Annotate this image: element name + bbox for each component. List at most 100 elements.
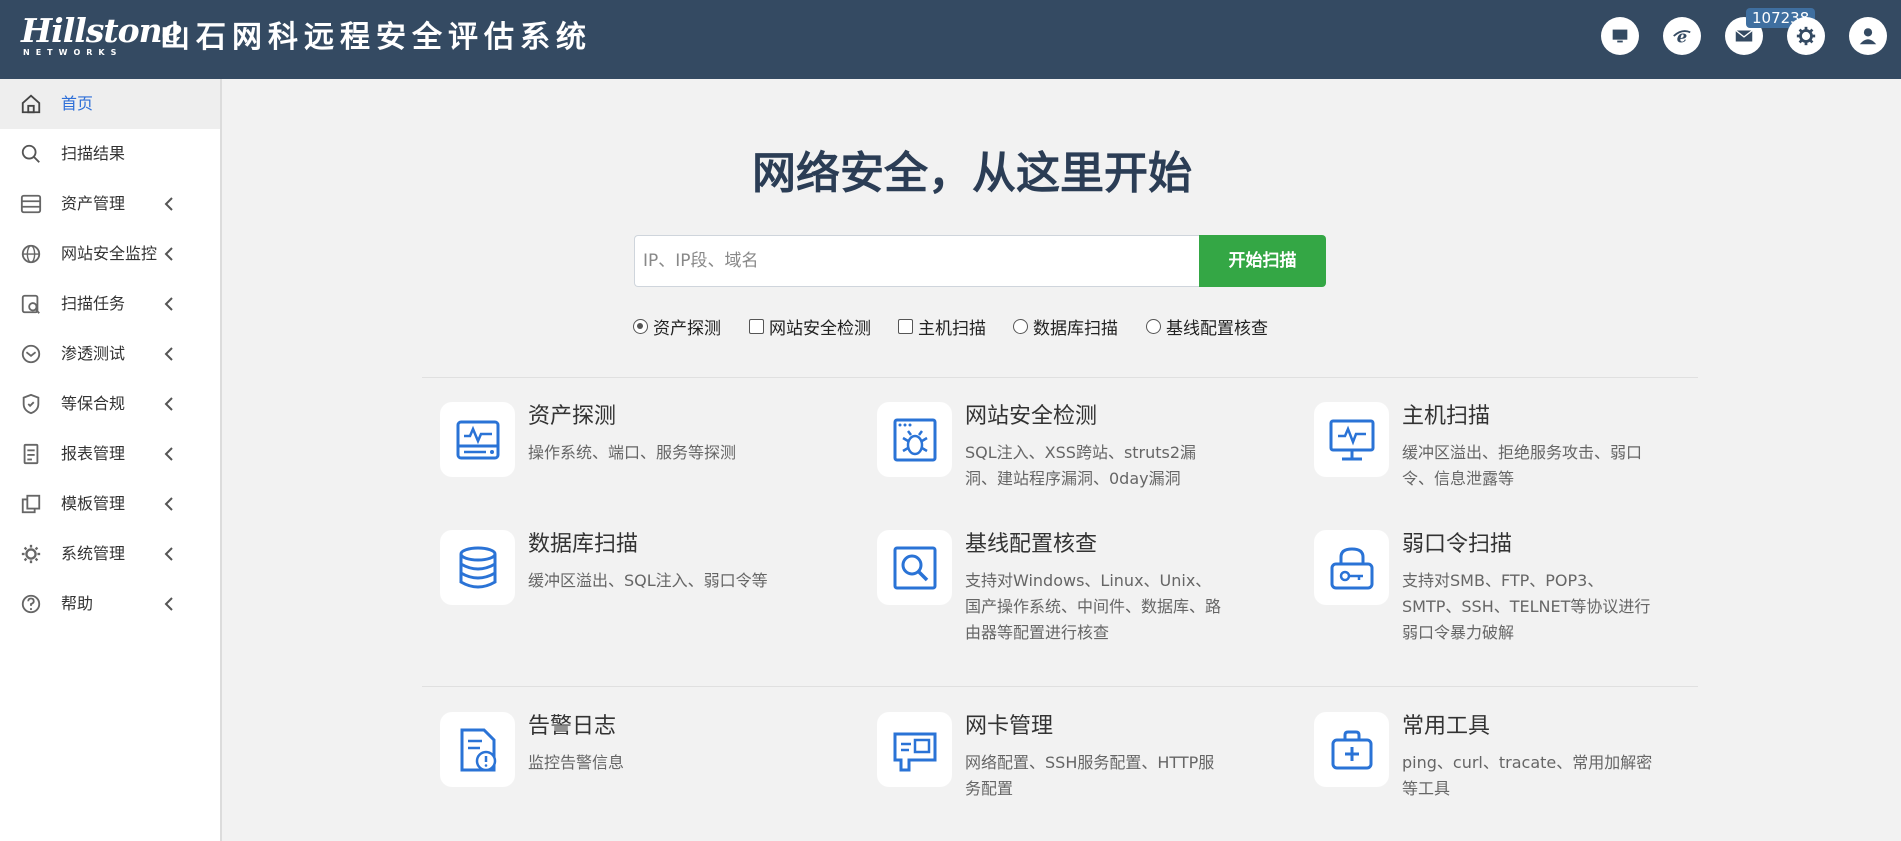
sidebar-item-label: 网站安全监控 xyxy=(61,244,158,263)
radio-button[interactable] xyxy=(1013,318,1028,334)
chevron-left-icon xyxy=(164,297,173,311)
sidebar-item-label: 等保合规 xyxy=(61,394,126,413)
user-icon xyxy=(1859,28,1877,45)
card-desc: 网络配置、SSH服务配置、HTTP服务配置 xyxy=(965,753,1215,798)
magnifier-icon xyxy=(893,546,936,589)
divider xyxy=(422,377,1698,378)
card-title: 主机扫描 xyxy=(1402,404,1491,429)
target-icon xyxy=(21,344,41,364)
browser-button[interactable]: e xyxy=(1663,17,1701,55)
gear-icon xyxy=(21,544,41,564)
shield-icon xyxy=(22,393,40,415)
chevron-left-icon xyxy=(164,347,173,361)
app-title: 山石网科远程安全评估系统 xyxy=(160,20,592,55)
card-desc: 支持对Windows、Linux、Unix、国产操作系统、中间件、数据库、路由器… xyxy=(965,571,1222,642)
card-title: 网卡管理 xyxy=(965,714,1054,739)
asset-detect-icon xyxy=(456,420,499,459)
option-baseline-check[interactable]: 基线配置核查 xyxy=(1146,314,1268,339)
bug-icon xyxy=(893,418,936,461)
sidebar-item-label: 扫描任务 xyxy=(61,294,126,313)
option-asset-detect[interactable]: 资产探测 xyxy=(633,314,721,339)
card-title: 常用工具 xyxy=(1402,714,1491,739)
card-asset-detect[interactable]: 资产探测 操作系统、端口、服务等探测 xyxy=(440,402,860,512)
checkbox[interactable] xyxy=(898,318,913,334)
chevron-left-icon xyxy=(164,247,173,261)
host-monitor-icon xyxy=(1329,419,1374,460)
sidebar-item-label: 扫描结果 xyxy=(61,144,126,163)
mail-icon xyxy=(1735,29,1753,42)
sidebar-item-scan-results[interactable]: 扫描结果 xyxy=(0,129,220,179)
card-website-check[interactable]: 网站安全检测 SQL注入、XSS跨站、struts2漏洞、建站程序漏洞、0day… xyxy=(877,402,1297,512)
option-label: 网站安全检测 xyxy=(769,318,871,339)
card-nic-management[interactable]: 网卡管理 网络配置、SSH服务配置、HTTP服务配置 xyxy=(877,712,1297,822)
server-icon xyxy=(20,194,42,214)
option-label: 主机扫描 xyxy=(918,318,986,339)
radio-button[interactable] xyxy=(1146,318,1161,334)
card-desc: 操作系统、端口、服务等探测 xyxy=(528,443,737,462)
card-database-scan[interactable]: 数据库扫描 缓冲区溢出、SQL注入、弱口令等 xyxy=(440,530,860,640)
card-baseline-check[interactable]: 基线配置核查 支持对Windows、Linux、Unix、国产操作系统、中间件、… xyxy=(877,530,1297,642)
card-title: 基线配置核查 xyxy=(965,532,1098,557)
sidebar-item-template-management[interactable]: 模板管理 xyxy=(0,479,220,529)
option-database-scan[interactable]: 数据库扫描 xyxy=(1013,314,1118,339)
sidebar-item-compliance[interactable]: 等保合规 xyxy=(0,379,220,429)
card-desc: SQL注入、XSS跨站、struts2漏洞、建站程序漏洞、0day漏洞 xyxy=(965,443,1197,488)
monitor-button[interactable] xyxy=(1601,17,1639,55)
hillstone-logo[interactable]: Hillstone NETWORKS xyxy=(21,11,183,58)
search-icon xyxy=(21,144,40,163)
card-alert-log[interactable]: 告警日志 监控告警信息 xyxy=(440,712,860,822)
chevron-left-icon xyxy=(164,397,173,411)
browser-icon: e xyxy=(1673,27,1691,46)
sidebar-item-penetration-test[interactable]: 渗透测试 xyxy=(0,329,220,379)
target-search-input[interactable] xyxy=(634,235,1200,287)
globe-icon xyxy=(21,244,41,264)
sidebar-item-label: 帮助 xyxy=(61,594,94,613)
start-scan-button[interactable]: 开始扫描 xyxy=(1199,235,1326,287)
sidebar: 首页 扫描结果 资产管理 网站安全监控 扫描任务 渗透测试 等保合规 报表管理 … xyxy=(0,79,222,841)
sidebar-item-scan-tasks[interactable]: 扫描任务 xyxy=(0,279,220,329)
sidebar-item-report-management[interactable]: 报表管理 xyxy=(0,429,220,479)
card-weak-password[interactable]: 弱口令扫描 支持对SMB、FTP、POP3、SMTP、SSH、TELNET等协议… xyxy=(1314,530,1734,642)
card-title: 网站安全检测 xyxy=(965,404,1098,429)
radio-button[interactable] xyxy=(633,318,648,334)
card-desc: ping、curl、tracate、常用加解密等工具 xyxy=(1402,753,1653,798)
card-desc: 支持对SMB、FTP、POP3、SMTP、SSH、TELNET等协议进行弱口令暴… xyxy=(1402,571,1651,642)
card-title: 告警日志 xyxy=(528,714,617,739)
toolbox-icon xyxy=(1331,730,1372,769)
chevron-left-icon xyxy=(164,597,173,611)
card-host-scan[interactable]: 主机扫描 缓冲区溢出、拒绝服务攻击、弱口令、信息泄露等 xyxy=(1314,402,1734,512)
card-desc: 监控告警信息 xyxy=(528,753,625,772)
card-desc: 缓冲区溢出、拒绝服务攻击、弱口令、信息泄露等 xyxy=(1402,443,1643,488)
chevron-left-icon xyxy=(164,447,173,461)
template-icon xyxy=(21,494,41,514)
sidebar-item-label: 资产管理 xyxy=(61,194,126,213)
sidebar-item-home[interactable]: 首页 xyxy=(0,79,220,129)
option-host-scan[interactable]: 主机扫描 xyxy=(898,314,986,339)
nic-icon xyxy=(893,732,936,771)
scan-task-icon xyxy=(21,294,40,314)
monitor-icon xyxy=(1612,29,1628,43)
sidebar-item-label: 模板管理 xyxy=(61,494,126,513)
sidebar-item-help[interactable]: 帮助 xyxy=(0,579,220,629)
sidebar-item-asset-management[interactable]: 资产管理 xyxy=(0,179,220,229)
sidebar-item-system-management[interactable]: 系统管理 xyxy=(0,529,220,579)
option-label: 资产探测 xyxy=(653,318,721,339)
sidebar-item-website-monitor[interactable]: 网站安全监控 xyxy=(0,229,220,279)
database-icon xyxy=(459,546,496,588)
option-website-check[interactable]: 网站安全检测 xyxy=(749,314,871,339)
home-icon xyxy=(21,94,41,114)
top-header: Hillstone NETWORKS 山石网科远程安全评估系统 e 107238 xyxy=(0,0,1901,79)
divider xyxy=(422,686,1698,687)
chevron-left-icon xyxy=(164,197,173,211)
logo-text: Hillstone xyxy=(21,11,183,50)
checkbox[interactable] xyxy=(749,318,764,334)
card-common-tools[interactable]: 常用工具 ping、curl、tracate、常用加解密等工具 xyxy=(1314,712,1734,822)
sidebar-item-label: 系统管理 xyxy=(61,544,126,563)
hero-title: 网络安全，从这里开始 xyxy=(752,148,1192,199)
report-icon xyxy=(23,443,39,465)
alert-log-icon xyxy=(460,728,496,771)
help-icon xyxy=(21,594,41,614)
user-button[interactable] xyxy=(1849,17,1887,55)
chevron-left-icon xyxy=(164,497,173,511)
settings-button[interactable] xyxy=(1787,17,1825,55)
